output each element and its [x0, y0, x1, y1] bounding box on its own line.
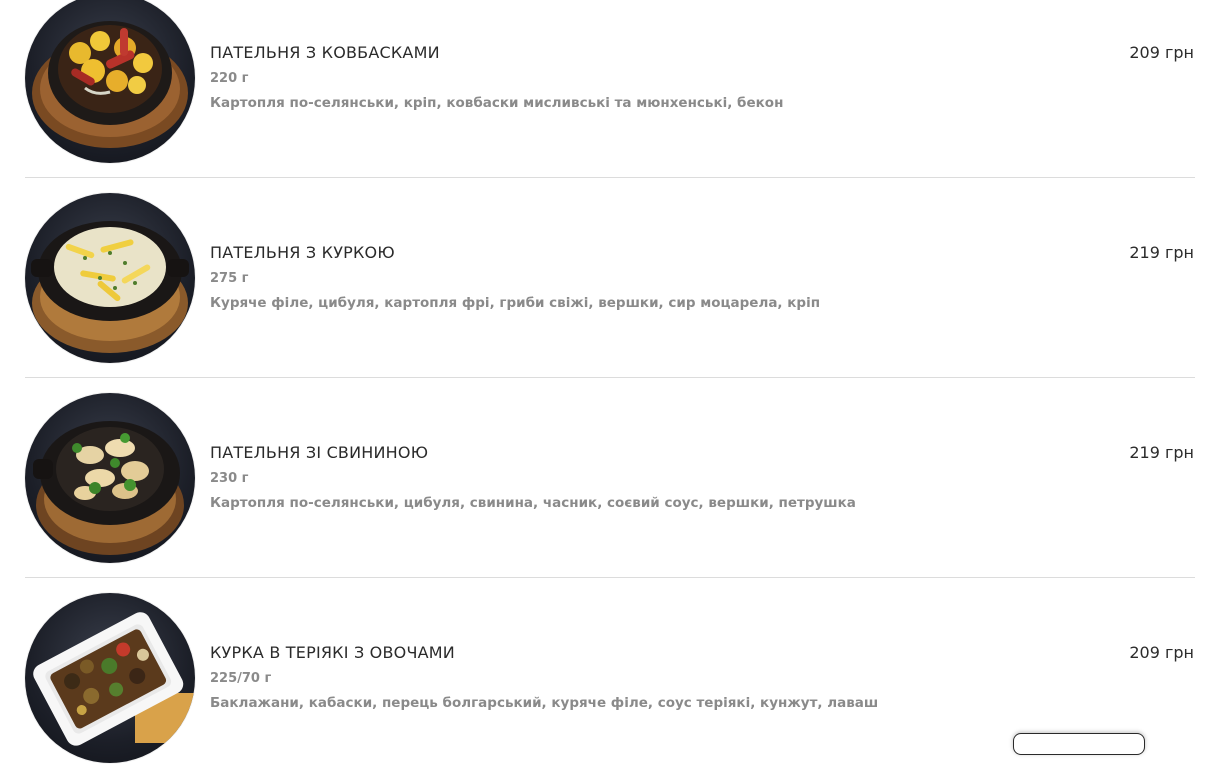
dish-price: 209 грн — [1129, 43, 1194, 62]
dish-weight: 220 г — [210, 71, 249, 86]
dish-name[interactable]: ПАТЕЛЬНЯ З КОВБАСКАМИ — [210, 43, 440, 62]
skillet-chicken-photo[interactable] — [25, 193, 195, 363]
menu-item[interactable]: ПАТЕЛЬНЯ З КОВБАСКАМИ 220 г Картопля по-… — [25, 0, 1195, 178]
menu-item[interactable]: ПАТЕЛЬНЯ ЗІ СВИНИНОЮ 230 г Картопля по-с… — [25, 378, 1195, 578]
dish-weight: 275 г — [210, 271, 249, 286]
dish-price: 219 грн — [1129, 443, 1194, 462]
teriyaki-chicken-photo[interactable] — [25, 593, 195, 763]
skillet-sausages-photo[interactable] — [25, 0, 195, 163]
dish-weight: 230 г — [210, 471, 249, 486]
dish-description: Баклажани, кабаски, перець болгарський, … — [210, 695, 879, 711]
dish-description: Картопля по-селянськи, цибуля, свинина, … — [210, 495, 856, 511]
dish-name[interactable]: КУРКА В ТЕРІЯКІ З ОВОЧАМИ — [210, 643, 455, 662]
dish-name[interactable]: ПАТЕЛЬНЯ З КУРКОЮ — [210, 243, 395, 262]
dish-name[interactable]: ПАТЕЛЬНЯ ЗІ СВИНИНОЮ — [210, 443, 428, 462]
dish-weight: 225/70 г — [210, 671, 272, 686]
dish-price: 219 грн — [1129, 243, 1194, 262]
skillet-pork-photo[interactable] — [25, 393, 195, 563]
dish-description: Куряче філе, цибуля, картопля фрі, гриби… — [210, 295, 821, 311]
menu-list: ПАТЕЛЬНЯ З КОВБАСКАМИ 220 г Картопля по-… — [25, 0, 1195, 777]
floating-cart-button[interactable] — [1013, 733, 1145, 755]
dish-price: 209 грн — [1129, 643, 1194, 662]
dish-description: Картопля по-селянськи, кріп, ковбаски ми… — [210, 95, 784, 111]
menu-item[interactable]: ПАТЕЛЬНЯ З КУРКОЮ 275 г Куряче філе, циб… — [25, 178, 1195, 378]
